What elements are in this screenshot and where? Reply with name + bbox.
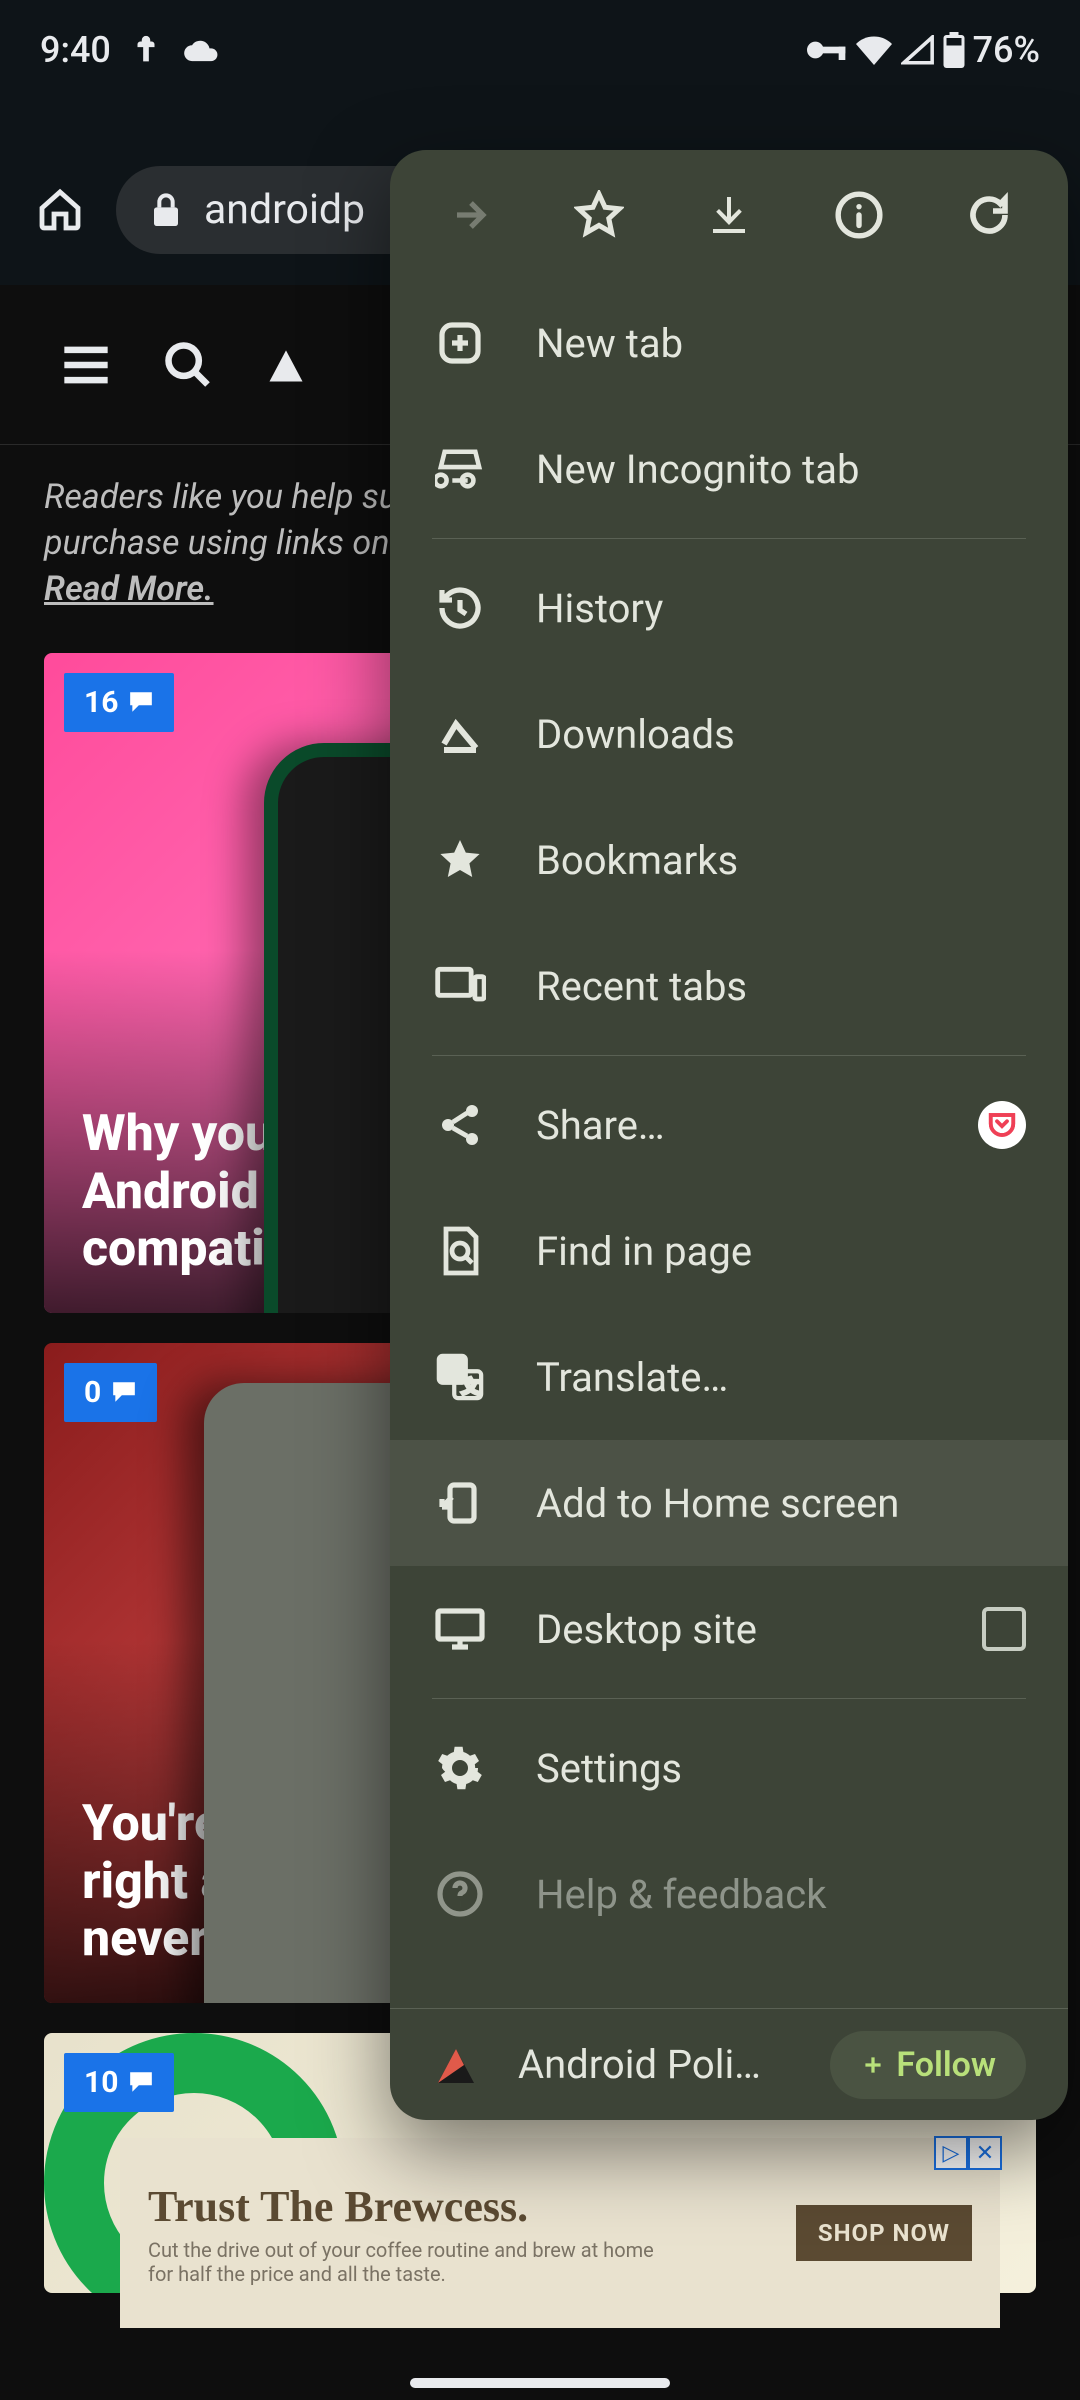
translate-icon: G文 — [432, 1352, 488, 1402]
menu-settings[interactable]: Settings — [390, 1705, 1068, 1831]
follow-button[interactable]: Follow — [830, 2031, 1026, 2099]
share-icon — [432, 1101, 488, 1149]
help-icon — [432, 1870, 488, 1918]
menu-item-label: Add to Home screen — [536, 1480, 899, 1527]
menu-item-label: New Incognito tab — [536, 446, 859, 493]
history-icon — [432, 584, 488, 632]
svg-text:文: 文 — [462, 1376, 479, 1396]
search-icon[interactable] — [162, 339, 214, 391]
menu-item-label: History — [536, 585, 663, 632]
read-more-link[interactable]: Read More. — [44, 569, 214, 609]
battery-pct: 76% — [973, 29, 1040, 71]
menu-item-label: Find in page — [536, 1228, 752, 1275]
site-favicon — [432, 2041, 480, 2089]
menu-new-tab[interactable]: New tab — [390, 280, 1068, 406]
ad-headline: Trust The Brewcess. — [148, 2181, 796, 2232]
comment-badge: 16 — [64, 673, 174, 732]
gesture-bar — [410, 2378, 670, 2388]
menu-history[interactable]: History — [390, 545, 1068, 671]
site-logo-icon — [264, 343, 308, 387]
forward-button — [423, 169, 515, 261]
menu-item-label: New tab — [536, 320, 683, 367]
new-tab-icon — [432, 319, 488, 367]
menu-item-label: Recent tabs — [536, 963, 747, 1010]
menu-item-label: Settings — [536, 1745, 682, 1792]
ad-cta-button[interactable]: SHOP NOW — [796, 2205, 972, 2261]
menu-desktop-site[interactable]: Desktop site — [390, 1566, 1068, 1692]
reload-button[interactable] — [943, 169, 1035, 261]
menu-site-name: Android Poli… — [518, 2041, 761, 2088]
bookmarks-star-icon — [432, 836, 488, 884]
menu-icon-row — [390, 150, 1068, 280]
menu-follow-footer: Android Poli… Follow — [390, 2008, 1068, 2120]
menu-recent-tabs[interactable]: Recent tabs — [390, 923, 1068, 1049]
svg-text:G: G — [445, 1361, 460, 1382]
menu-separator — [432, 1055, 1026, 1056]
battery-icon — [943, 32, 965, 68]
menu-bookmarks[interactable]: Bookmarks — [390, 797, 1068, 923]
gear-icon — [432, 1744, 488, 1792]
banner-ad[interactable]: Trust The Brewcess. Cut the drive out of… — [120, 2138, 1000, 2328]
menu-item-label: Translate… — [536, 1354, 728, 1401]
menu-item-label: Help & feedback — [536, 1871, 827, 1918]
chrome-overflow-menu: New tab New Incognito tab History Downlo… — [390, 150, 1068, 2120]
menu-item-label: Bookmarks — [536, 837, 738, 884]
add-home-icon — [432, 1479, 488, 1527]
menu-item-label: Share… — [536, 1102, 665, 1149]
ad-close-icon[interactable]: ✕ — [968, 2136, 1002, 2170]
menu-incognito[interactable]: New Incognito tab — [390, 406, 1068, 532]
bookmark-star-button[interactable] — [553, 169, 645, 261]
menu-find-in-page[interactable]: Find in page — [390, 1188, 1068, 1314]
menu-separator — [432, 1698, 1026, 1699]
recent-tabs-icon — [432, 965, 488, 1007]
menu-help-feedback[interactable]: Help & feedback — [390, 1831, 1068, 1957]
menu-separator — [432, 538, 1026, 539]
follow-label: Follow — [896, 2045, 996, 2085]
adchoices-icon[interactable]: ▷ — [934, 2136, 968, 2170]
comment-badge: 0 — [64, 1363, 157, 1422]
status-bar: 9:40 76% — [0, 0, 1080, 100]
download-button[interactable] — [683, 169, 775, 261]
vpn-key-icon — [807, 38, 847, 62]
downloads-icon — [432, 710, 488, 758]
saver-icon — [129, 33, 163, 67]
menu-item-label: Downloads — [536, 711, 735, 758]
desktop-site-checkbox[interactable] — [982, 1607, 1026, 1651]
status-time: 9:40 — [40, 29, 111, 71]
comment-badge: 10 — [64, 2053, 174, 2112]
menu-translate[interactable]: G文 Translate… — [390, 1314, 1068, 1440]
find-in-page-icon — [432, 1225, 488, 1277]
menu-downloads[interactable]: Downloads — [390, 671, 1068, 797]
page-info-button[interactable] — [813, 169, 905, 261]
home-button[interactable] — [24, 174, 96, 246]
menu-add-to-home[interactable]: Add to Home screen — [390, 1440, 1068, 1566]
cloud-icon — [181, 35, 219, 65]
signal-icon — [901, 35, 935, 65]
hamburger-icon[interactable] — [60, 343, 112, 387]
incognito-icon — [432, 446, 488, 492]
menu-item-label: Desktop site — [536, 1606, 757, 1653]
lock-icon — [150, 191, 182, 229]
ad-subtitle: Cut the drive out of your coffee routine… — [148, 2238, 668, 2286]
desktop-icon — [432, 1606, 488, 1652]
wifi-icon — [855, 35, 893, 65]
menu-share[interactable]: Share… — [390, 1062, 1068, 1188]
url-text: androidp — [204, 186, 365, 234]
pocket-icon[interactable] — [978, 1101, 1026, 1149]
